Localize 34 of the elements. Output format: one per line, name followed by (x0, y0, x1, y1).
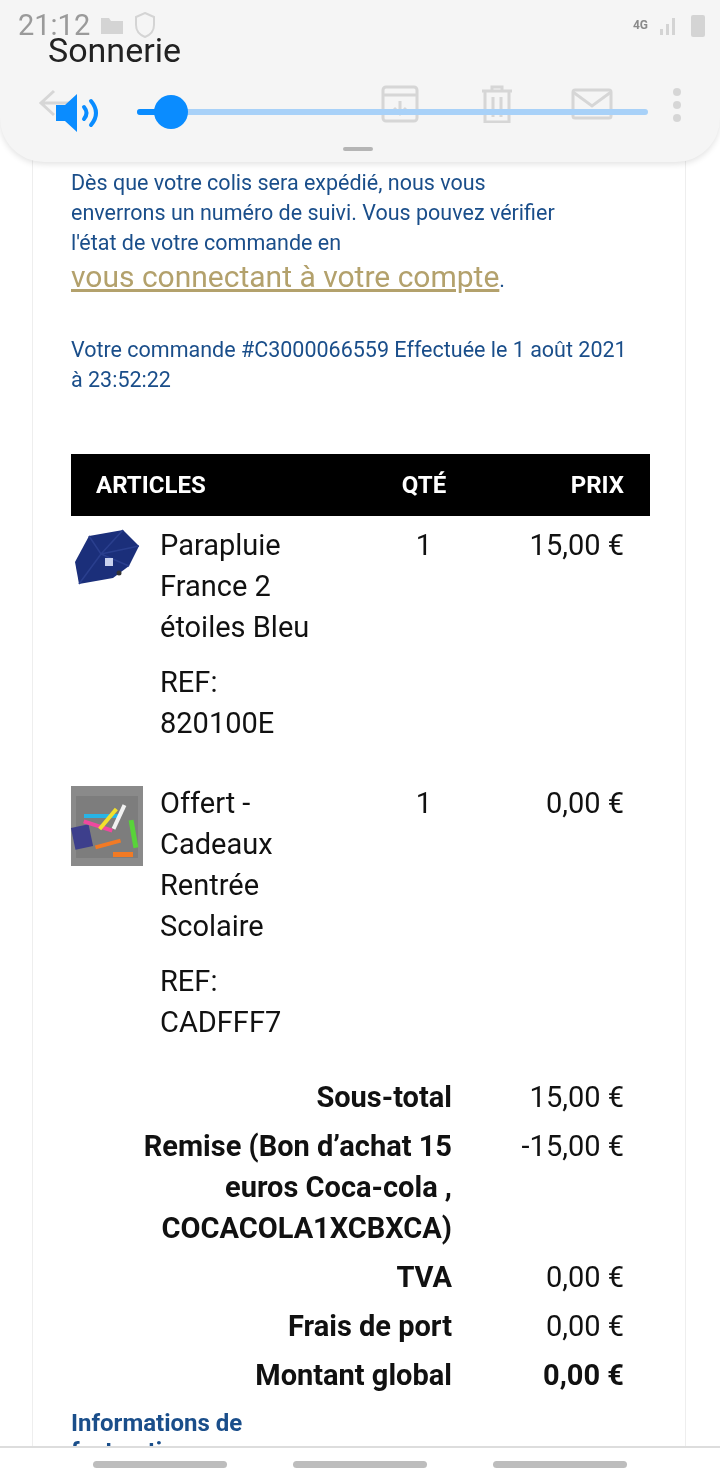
product-ref: REF: 820100E (160, 664, 276, 742)
price: 0,00 € (544, 785, 625, 822)
total-label: Frais de port (287, 1308, 452, 1345)
quantity: 1 (414, 785, 434, 822)
product-name: Parapluie France 2 étoiles Bleu (160, 527, 311, 646)
total-label: Sous-total (315, 1079, 452, 1116)
quantity: 1 (384, 516, 464, 774)
network-type: 4G (632, 18, 648, 32)
panel-handle[interactable] (343, 147, 373, 151)
grand-total: 0,00 € (542, 1357, 624, 1394)
nav-button[interactable] (293, 1460, 427, 1468)
battery-icon (690, 12, 706, 38)
back-arrow-icon[interactable] (38, 88, 70, 118)
total-value: 15,00 € (528, 1079, 624, 1116)
total-value: 0,00 € (544, 1259, 624, 1296)
product-ref: REF: CADFFF7 (160, 963, 283, 1041)
total-value: 0,00 € (544, 1308, 624, 1345)
folder-icon (100, 15, 125, 35)
total-label: TVA (395, 1259, 452, 1296)
column-header: ARTICLES (71, 454, 384, 516)
body-paragraph: Dès que votre colis sera expédié, nous vous enverrons un numéro de suivi. Vous pouvez vérifier l'état de votre commande en vous connectant à votre compte. (71, 169, 556, 296)
account-link[interactable]: vous connectant à votre compte (71, 259, 500, 294)
column-header: QTÉ (384, 454, 464, 516)
product-name: Offert - Cadeaux Rentrée Scolaire (160, 785, 274, 945)
price: 15,00 € (464, 516, 650, 774)
total-label: Montant global (254, 1357, 452, 1394)
nav-button[interactable] (493, 1460, 627, 1468)
total-value: -15,00 € (520, 1128, 624, 1165)
column-header: PRIX (464, 454, 650, 516)
more-icon[interactable] (672, 88, 682, 122)
nav-button[interactable] (93, 1460, 227, 1468)
total-label: Remise (Bon d’achat 15 euros Coca-cola , COCACOLA1XCBXCA) (142, 1128, 452, 1247)
shield-icon (134, 12, 157, 38)
order-info: Votre commande #C3000066559 Effectuée le 1 août 2021 à 23:52:22 (71, 336, 628, 394)
